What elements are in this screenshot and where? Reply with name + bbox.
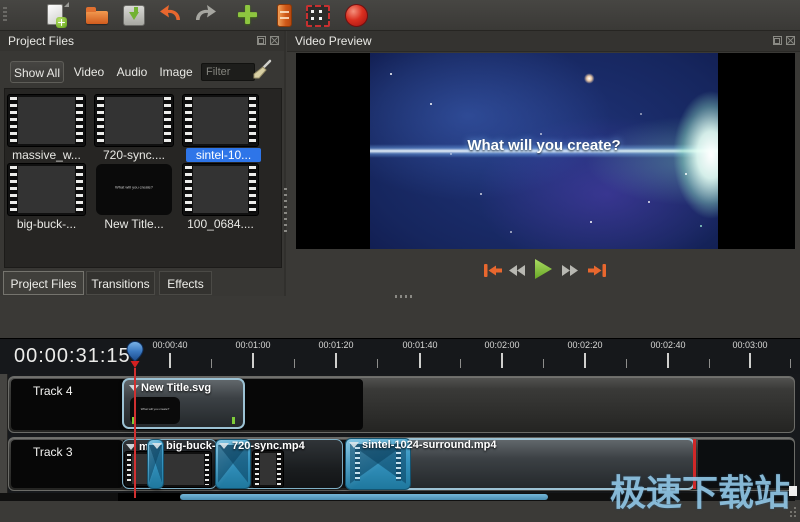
- watermark-cursor-block: [789, 486, 797, 496]
- tab-effects[interactable]: Effects: [159, 271, 212, 295]
- video-overlay-text: What will you create?: [467, 137, 621, 154]
- import-files-icon[interactable]: [235, 3, 261, 27]
- float-preview-icon[interactable]: [773, 36, 782, 45]
- file-thumbnail-massive[interactable]: [8, 95, 85, 146]
- clip-new-title[interactable]: New Title.svg What will you create?: [122, 378, 245, 429]
- filter-audio-button[interactable]: Audio: [112, 61, 152, 83]
- video-preview-header: Video Preview: [287, 31, 800, 52]
- track-4-label: Track 4: [33, 384, 73, 398]
- tab-project-files[interactable]: Project Files: [3, 271, 84, 295]
- timeline-toolbar: 20 seconds: [0, 300, 800, 338]
- panel-splitter-grip[interactable]: [284, 188, 287, 236]
- export-video-icon[interactable]: [304, 3, 330, 27]
- new-project-icon[interactable]: [42, 2, 69, 28]
- file-name[interactable]: New Title...: [95, 217, 173, 231]
- clip-thumbnail: What will you create?: [130, 397, 180, 424]
- filter-image-button[interactable]: Image: [156, 61, 196, 83]
- clip-label: big-buck-: [166, 440, 216, 452]
- file-name[interactable]: 100_0684....: [183, 217, 258, 231]
- file-thumbnail-720-sync[interactable]: [95, 95, 173, 146]
- save-project-icon[interactable]: [120, 3, 146, 27]
- stars: [390, 73, 392, 75]
- timeline-scrollbar-gap: [118, 493, 180, 501]
- film-sprockets: [396, 447, 401, 481]
- ruler-label: 00:02:40: [650, 340, 686, 350]
- clear-filter-broom-icon[interactable]: [251, 59, 273, 81]
- jump-to-start-button[interactable]: [483, 263, 503, 283]
- ruler-label: 00:02:20: [567, 340, 603, 350]
- track-3-label: Track 3: [33, 445, 73, 459]
- playhead-marker[interactable]: [126, 340, 144, 374]
- panel-splitter[interactable]: [284, 31, 286, 296]
- float-panel-icon[interactable]: [257, 36, 266, 45]
- file-name[interactable]: big-buck-...: [8, 217, 85, 231]
- fast-forward-button[interactable]: [561, 264, 579, 282]
- filter-input[interactable]: [201, 63, 255, 81]
- ruler-label: 00:03:00: [732, 340, 768, 350]
- file-name[interactable]: 720-sync....: [95, 148, 173, 162]
- chevron-down-icon[interactable]: [349, 442, 359, 448]
- mini-title-text: What will you create?: [114, 184, 153, 190]
- open-project-icon[interactable]: [84, 3, 110, 27]
- watermark-text: 极速下载站: [610, 473, 791, 514]
- chevron-down-icon[interactable]: [219, 443, 229, 449]
- file-name-selected[interactable]: sintel-10...: [186, 148, 261, 162]
- video-preview-frame: What will you create?: [296, 53, 795, 249]
- play-button[interactable]: [533, 258, 554, 285]
- clip-label: 720-sync.mp4: [232, 440, 305, 452]
- ruler-label: 00:02:00: [484, 340, 520, 350]
- playhead-line: [134, 368, 136, 498]
- record-icon[interactable]: [343, 3, 369, 27]
- folder-shape: [86, 7, 108, 24]
- project-files-title: Project Files: [8, 34, 75, 48]
- clip-label: sintel-1024-surround.mp4: [362, 439, 497, 451]
- timeline-scrollbar-thumb[interactable]: [180, 494, 548, 500]
- timeline-ruler[interactable]: 00:00:31:15 00:00:40 00:01:00 00:01:20 0…: [0, 338, 800, 375]
- tab-transitions[interactable]: Transitions: [86, 271, 155, 295]
- filter-show-all-button[interactable]: Show All: [10, 61, 64, 83]
- file-thumbnail-new-title[interactable]: What will you create?: [96, 164, 172, 215]
- clip-thumbnail: [253, 451, 283, 487]
- video-preview-title: Video Preview: [295, 34, 372, 48]
- file-thumbnail-big-buck[interactable]: [8, 164, 85, 215]
- choose-profile-icon[interactable]: [271, 3, 297, 27]
- redo-icon[interactable]: [192, 3, 218, 27]
- playhead-timecode: 00:00:31:15: [14, 345, 131, 367]
- file-thumbnail-100-0684[interactable]: [183, 164, 258, 215]
- timeline-left-edge: [0, 374, 8, 507]
- undo-icon[interactable]: [158, 3, 184, 27]
- record-circle-shape: [345, 4, 368, 27]
- video-frame-galaxy: What will you create?: [370, 53, 718, 249]
- close-preview-icon[interactable]: [786, 36, 795, 45]
- openshot-window: Project Files Show All Video Audio Image…: [0, 0, 800, 522]
- main-toolbar: [0, 0, 800, 31]
- toolbar-drag-handle[interactable]: [3, 7, 7, 23]
- rewind-button[interactable]: [508, 264, 526, 282]
- horizontal-splitter-grip[interactable]: [395, 295, 413, 298]
- clip-label: New Title.svg: [141, 382, 212, 394]
- filter-video-button[interactable]: Video: [70, 61, 108, 83]
- profile-bar-shape: [277, 4, 292, 27]
- close-panel-icon[interactable]: [270, 36, 279, 45]
- ruler-label: 00:01:20: [318, 340, 354, 350]
- clip-thumbnail: [157, 452, 211, 487]
- page-fold: [64, 2, 69, 7]
- file-thumbnail-sintel[interactable]: [183, 95, 258, 146]
- plus-badge: [56, 17, 67, 28]
- keyframe-mark: [232, 417, 235, 424]
- film-sprockets: [355, 447, 360, 481]
- chevron-down-icon[interactable]: [152, 443, 162, 449]
- export-frame-shape: [306, 5, 330, 27]
- jump-to-end-button[interactable]: [587, 263, 607, 283]
- ruler-label: 00:01:40: [402, 340, 438, 350]
- ruler-label: 00:01:00: [235, 340, 271, 350]
- ruler-label: 00:00:40: [152, 340, 188, 350]
- project-files-header: Project Files: [0, 31, 284, 52]
- file-name[interactable]: massive_w...: [8, 148, 85, 162]
- clip-thumb-text: What will you create?: [140, 407, 170, 412]
